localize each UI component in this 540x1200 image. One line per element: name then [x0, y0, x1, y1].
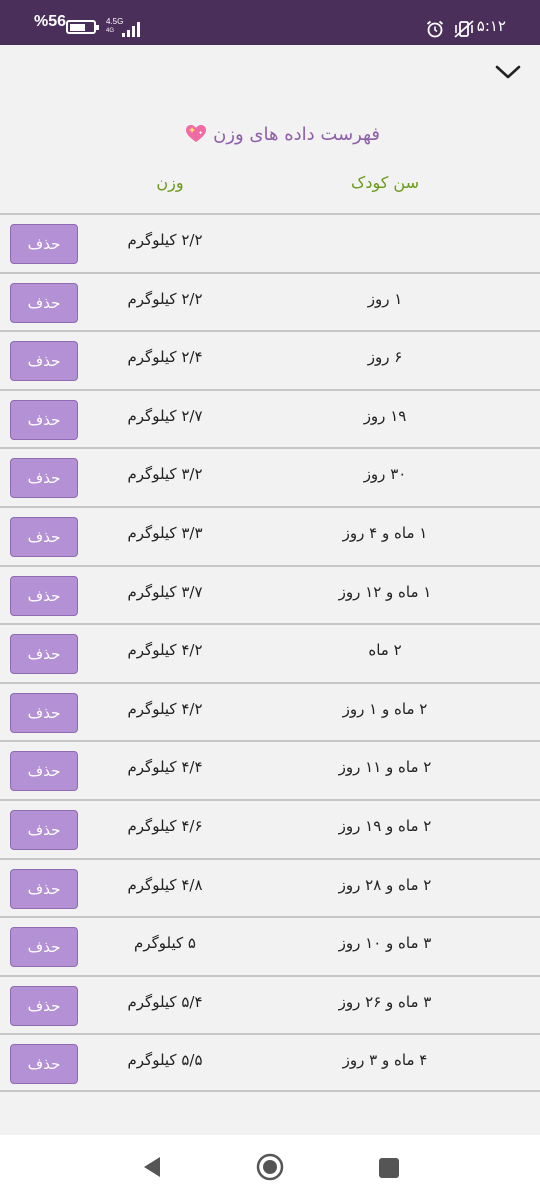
- age-value: ۲ ماه و ۱ روز: [342, 699, 428, 718]
- recent-apps-square-icon[interactable]: [379, 1158, 399, 1178]
- table-row: حذف ۵/۴ کیلوگرم ۳ ماه و ۲۶ روز: [0, 974, 540, 1034]
- age-value: ۱ روز: [367, 289, 403, 308]
- alarm-icon: [426, 20, 444, 38]
- delete-button[interactable]: حذف: [10, 809, 78, 850]
- weight-value: ۲/۷ کیلوگرم: [127, 406, 203, 425]
- age-value: ۴ ماه و ۳ روز: [342, 1051, 428, 1070]
- delete-button[interactable]: حذف: [10, 399, 78, 440]
- age-value: ۳ ماه و ۱۰ روز: [338, 934, 432, 953]
- weight-value: ۲/۴ کیلوگرم: [127, 348, 203, 367]
- age-value: ۲ ماه و ۲۸ روز: [338, 875, 432, 894]
- age-value: ۲ ماه و ۱۱ روز: [338, 758, 432, 777]
- column-header-weight: وزن: [156, 173, 184, 192]
- table-row: حذف ۴/۲ کیلوگرم ۲ ماه: [0, 623, 540, 682]
- delete-button[interactable]: حذف: [10, 458, 78, 499]
- age-value: ۲ ماه: [368, 641, 402, 660]
- table-row: حذف ۲/۲ کیلوگرم ۱ روز: [0, 271, 540, 331]
- age-value: ۳۰ روز: [363, 465, 407, 484]
- weight-value: ۲/۲ کیلوگرم: [127, 231, 203, 249]
- delete-button[interactable]: حذف: [10, 868, 78, 909]
- table-row: حذف ۳/۳ کیلوگرم ۱ ماه و ۴ روز: [0, 505, 540, 565]
- delete-button[interactable]: حذف: [10, 224, 78, 264]
- network-type-label: 4.5G 4G: [106, 17, 124, 35]
- table-row: حذف ۲/۲ کیلوگرم: [0, 213, 540, 272]
- weight-list: حذف ۲/۲ کیلوگرم حذف ۲/۲ کیلوگرم ۱ روز حذ…: [0, 213, 540, 1092]
- weight-value: ۴/۸ کیلوگرم: [127, 875, 203, 894]
- weight-value: ۳/۳ کیلوگرم: [127, 523, 203, 542]
- table-row: حذف ۳/۲ کیلوگرم ۳۰ روز: [0, 447, 540, 506]
- vibrate-off-icon: [454, 20, 474, 38]
- delete-button[interactable]: حذف: [10, 985, 78, 1026]
- weight-value: ۳/۲ کیلوگرم: [127, 465, 203, 484]
- battery-icon: [66, 20, 99, 34]
- age-value: ۳ ماه و ۲۶ روز: [338, 992, 432, 1011]
- age-value: ۲ ماه و ۱۹ روز: [338, 816, 432, 835]
- page-title: فهرست داده های وزن: [213, 123, 380, 145]
- sparkling-heart-icon: [186, 125, 207, 142]
- signal-icon: [122, 21, 144, 37]
- weight-value: ۵ کیلوگرم: [134, 934, 196, 953]
- weight-value: ۳/۷ کیلوگرم: [127, 582, 203, 601]
- table-row: حذف ۴/۴ کیلوگرم ۲ ماه و ۱۱ روز: [0, 740, 540, 799]
- table-row: حذف ۴/۲ کیلوگرم ۲ ماه و ۱ روز: [0, 681, 540, 741]
- table-row: حذف ۲/۴ کیلوگرم ۶ روز: [0, 330, 540, 389]
- age-value: ۱۹ روز: [363, 406, 407, 425]
- delete-button[interactable]: حذف: [10, 341, 78, 382]
- delete-button[interactable]: حذف: [10, 575, 78, 616]
- page-header: فهرست داده های وزن سن کودک وزن: [0, 45, 540, 213]
- delete-button[interactable]: حذف: [10, 692, 78, 733]
- table-row: حذف ۲/۷ کیلوگرم ۱۹ روز: [0, 388, 540, 448]
- delete-button[interactable]: حذف: [10, 1044, 78, 1085]
- table-row: حذف ۴/۸ کیلوگرم ۲ ماه و ۲۸ روز: [0, 857, 540, 917]
- weight-value: ۴/۶ کیلوگرم: [127, 816, 203, 835]
- navigation-bar: [0, 1135, 540, 1200]
- delete-button[interactable]: حذف: [10, 751, 78, 792]
- age-value: ۶ روز: [367, 348, 403, 367]
- back-triangle-icon[interactable]: [142, 1155, 162, 1179]
- weight-value: ۴/۲ کیلوگرم: [127, 699, 203, 718]
- table-row: حذف ۵ کیلوگرم ۳ ماه و ۱۰ روز: [0, 916, 540, 975]
- home-circle-icon[interactable]: [256, 1153, 284, 1181]
- chevron-down-icon[interactable]: [494, 61, 522, 83]
- weight-value: ۵/۵ کیلوگرم: [127, 1051, 203, 1070]
- delete-button[interactable]: حذف: [10, 516, 78, 557]
- title-row: فهرست داده های وزن: [170, 119, 380, 149]
- age-value: ۱ ماه و ۴ روز: [342, 523, 428, 542]
- battery-percent: %56: [34, 13, 67, 30]
- clock: ۵:۱۲: [476, 17, 506, 35]
- weight-value: ۴/۲ کیلوگرم: [127, 641, 203, 660]
- delete-button[interactable]: حذف: [10, 927, 78, 968]
- age-value: ۱ ماه و ۱۲ روز: [338, 582, 432, 601]
- delete-button[interactable]: حذف: [10, 634, 78, 675]
- weight-value: ۵/۴ کیلوگرم: [127, 992, 203, 1011]
- table-row: حذف ۴/۶ کیلوگرم ۲ ماه و ۱۹ روز: [0, 798, 540, 858]
- table-row: حذف ۵/۵ کیلوگرم ۴ ماه و ۳ روز: [0, 1033, 540, 1092]
- status-bar: %56 4.5G 4G ۵:۱۲: [0, 0, 540, 45]
- table-row: حذف ۳/۷ کیلوگرم ۱ ماه و ۱۲ روز: [0, 564, 540, 624]
- weight-value: ۲/۲ کیلوگرم: [127, 289, 203, 308]
- delete-button[interactable]: حذف: [10, 282, 78, 323]
- column-header-age: سن کودک: [351, 173, 419, 192]
- weight-value: ۴/۴ کیلوگرم: [127, 758, 203, 777]
